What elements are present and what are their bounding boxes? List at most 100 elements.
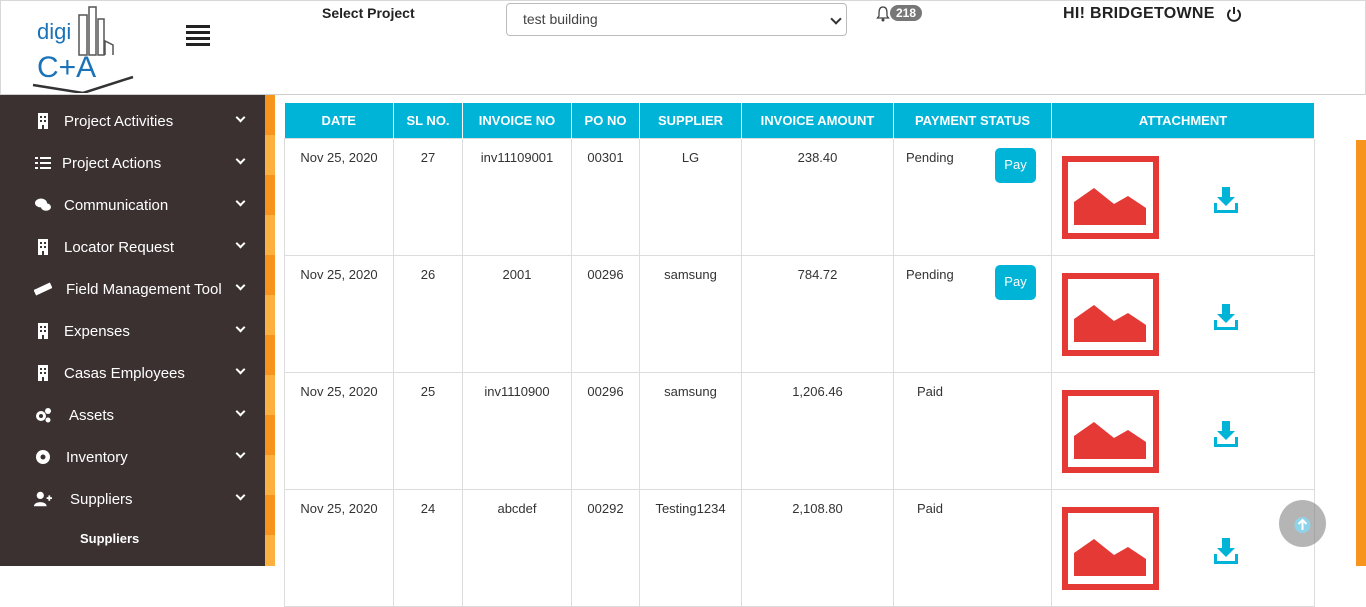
gear-icon (36, 450, 50, 464)
column-header-po-no[interactable]: PO NO (571, 103, 640, 138)
image-thumbnail-icon[interactable] (1062, 155, 1159, 239)
cell-payment-status: Pending Pay (893, 254, 1052, 373)
image-thumbnail-icon[interactable] (1062, 272, 1159, 356)
column-header-supplier[interactable]: SUPPLIER (639, 103, 742, 138)
top-header: digi C+A Select Project test building 21… (0, 0, 1366, 95)
chevron-down-icon (235, 448, 246, 459)
sidebar-item-communication[interactable]: Communication (0, 184, 265, 226)
cell-sl-no: 27 (393, 137, 463, 256)
sidebar-item-locator-request[interactable]: Locator Request (0, 226, 265, 268)
building-icon (38, 239, 48, 255)
sidebar-item-label: Project Activities (64, 113, 174, 130)
cell-date: Nov 25, 2020 (284, 137, 394, 256)
download-icon[interactable] (1212, 536, 1240, 566)
sidebar-item-label: Locator Request (64, 239, 175, 256)
cell-invoice-no: 2001 (462, 254, 572, 373)
column-header-invoice-no[interactable]: INVOICE NO (462, 103, 572, 138)
logo[interactable]: digi C+A (31, 5, 136, 93)
invoice-table: DATE SL NO. INVOICE NO PO NO SUPPLIER IN… (284, 103, 1315, 607)
cell-supplier: samsung (639, 371, 742, 490)
download-icon[interactable] (1212, 419, 1240, 449)
menu-toggle-icon[interactable] (186, 25, 210, 47)
sidebar: Project Activities Project Actions Commu… (0, 95, 265, 566)
column-header-payment-status[interactable]: PAYMENT STATUS (893, 103, 1052, 138)
notification-badge[interactable]: 218 (890, 5, 923, 21)
cell-attachment (1051, 371, 1315, 490)
cell-invoice-amount: 238.40 (741, 137, 894, 256)
cell-po-no: 00292 (571, 488, 640, 607)
payment-status-text: Pending (906, 266, 954, 282)
sidebar-subitem-suppliers[interactable]: Suppliers (80, 531, 139, 546)
cell-date: Nov 25, 2020 (284, 254, 394, 373)
download-icon[interactable] (1212, 185, 1240, 215)
sidebar-item-expenses[interactable]: Expenses (0, 310, 265, 352)
scroll-to-top-button[interactable] (1279, 500, 1326, 547)
bell-icon[interactable] (876, 6, 890, 22)
chevron-down-icon (235, 280, 246, 291)
sidebar-item-label: Casas Employees (64, 365, 185, 382)
pay-button[interactable]: Pay (995, 147, 1036, 183)
chevron-down-icon (235, 112, 246, 123)
download-icon[interactable] (1212, 302, 1240, 332)
column-header-date[interactable]: DATE (284, 103, 394, 138)
chevron-down-icon (235, 196, 246, 207)
cell-supplier: samsung (639, 254, 742, 373)
cell-invoice-no: abcdef (462, 488, 572, 607)
project-select-value: test building (523, 11, 598, 27)
cogs-icon (36, 408, 51, 423)
table-header-row: DATE SL NO. INVOICE NO PO NO SUPPLIER IN… (284, 103, 1315, 138)
sidebar-item-label: Field Management Tool (66, 281, 222, 298)
building-icon (38, 365, 48, 381)
chevron-down-icon (235, 490, 246, 501)
chevron-down-icon (830, 13, 842, 25)
select-project-label: Select Project (322, 5, 415, 21)
sidebar-item-assets[interactable]: Assets (0, 394, 265, 436)
payment-status-text: Pending (906, 149, 954, 165)
svg-text:digi: digi (37, 19, 71, 44)
pay-button[interactable]: Pay (995, 264, 1036, 300)
project-select[interactable]: test building (506, 3, 847, 36)
column-header-invoice-amount[interactable]: INVOICE AMOUNT (741, 103, 894, 138)
image-thumbnail-icon[interactable] (1062, 506, 1159, 590)
cell-invoice-amount: 2,108.80 (741, 488, 894, 607)
cell-sl-no: 24 (393, 488, 463, 607)
sidebar-item-label: Inventory (66, 449, 128, 466)
table-row: Nov 25, 2020 26 2001 00296 samsung 784.7… (284, 254, 1315, 373)
svg-text:C+A: C+A (37, 51, 96, 84)
cell-attachment (1051, 488, 1315, 607)
sidebar-item-label: Suppliers (70, 491, 133, 508)
cell-attachment (1051, 254, 1315, 373)
image-thumbnail-icon[interactable] (1062, 389, 1159, 473)
user-plus-icon (34, 491, 52, 507)
sidebar-item-label: Project Actions (62, 155, 162, 172)
cell-invoice-no: inv11109001 (462, 137, 572, 256)
sidebar-item-field-management-tool[interactable]: Field Management Tool (0, 268, 265, 310)
building-icon (38, 113, 48, 129)
column-header-sl-no[interactable]: SL NO. (393, 103, 463, 138)
cell-invoice-no: inv1110900 (462, 371, 572, 490)
building-icon (38, 323, 48, 339)
sidebar-item-project-activities[interactable]: Project Activities (0, 100, 265, 142)
ruler-icon (34, 282, 52, 296)
cell-po-no: 00296 (571, 254, 640, 373)
power-icon[interactable] (1226, 6, 1242, 22)
payment-status-text: Paid (917, 383, 944, 399)
sidebar-item-casas-employees[interactable]: Casas Employees (0, 352, 265, 394)
column-header-attachment[interactable]: ATTACHMENT (1051, 103, 1315, 138)
cell-date: Nov 25, 2020 (284, 371, 394, 490)
user-greeting: HI! BRIDGETOWNE (1063, 5, 1215, 22)
chevron-down-icon (235, 406, 246, 417)
sidebar-item-suppliers[interactable]: Suppliers (0, 478, 265, 520)
cell-po-no: 00301 (571, 137, 640, 256)
table-row: Nov 25, 2020 25 inv1110900 00296 samsung… (284, 371, 1315, 490)
chevron-down-icon (235, 364, 246, 375)
sidebar-item-project-actions[interactable]: Project Actions (0, 142, 265, 184)
cell-sl-no: 26 (393, 254, 463, 373)
list-icon (35, 157, 51, 169)
cell-payment-status: Paid (893, 371, 1052, 490)
cell-date: Nov 25, 2020 (284, 488, 394, 607)
sidebar-item-inventory[interactable]: Inventory (0, 436, 265, 478)
arrow-up-circle-icon (1294, 517, 1311, 533)
cell-payment-status: Pending Pay (893, 137, 1052, 256)
cell-invoice-amount: 784.72 (741, 254, 894, 373)
